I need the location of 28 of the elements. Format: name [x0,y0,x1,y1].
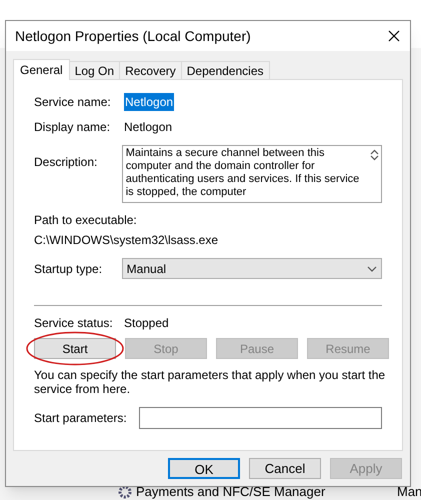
cancel-button[interactable]: Cancel [249,458,321,479]
field-label: Start parameters: [34,410,128,427]
service-name-text: Payments and NFC/SE Manager [136,483,326,500]
display-name-value: Netlogon [124,119,172,136]
field-label: Display name: [34,119,112,136]
chevron-down-icon [367,266,377,272]
field-label: Path to executable: [34,212,138,229]
field-label: Service status: [34,315,114,332]
ok-button[interactable]: OK [168,458,240,479]
field-label: Startup type: [34,260,104,278]
tab[interactable]: Recovery [119,61,182,79]
scroll-up-icon[interactable] [370,149,378,155]
field-label: Description: [34,154,98,171]
tab[interactable]: Log On [68,61,120,79]
path-value: C:\WINDOWS\system32\lsass.exe [34,232,220,249]
close-icon[interactable] [388,30,400,42]
service-start-button[interactable]: Start [34,338,116,359]
service-name-value: Netlogon [124,93,174,111]
scroll-down-icon[interactable] [370,155,378,161]
service-status-value: Stopped [124,315,169,332]
hint-text: You can specify the start parameters that apply when you start the service from here. [34,368,386,396]
window-title: Netlogon Properties (Local Computer) [15,26,251,46]
description-text: Maintains a secure channel between this computer and the domain controller for authenticating users and services. If this service is stopped, the computer [124,146,360,199]
start-parameters-field[interactable] [139,407,382,429]
tab[interactable]: Dependencies [180,61,270,79]
startup-type-dropdown[interactable]: Manual [122,258,382,279]
field-label: Service name: [34,94,112,111]
tab[interactable]: General [13,59,70,80]
